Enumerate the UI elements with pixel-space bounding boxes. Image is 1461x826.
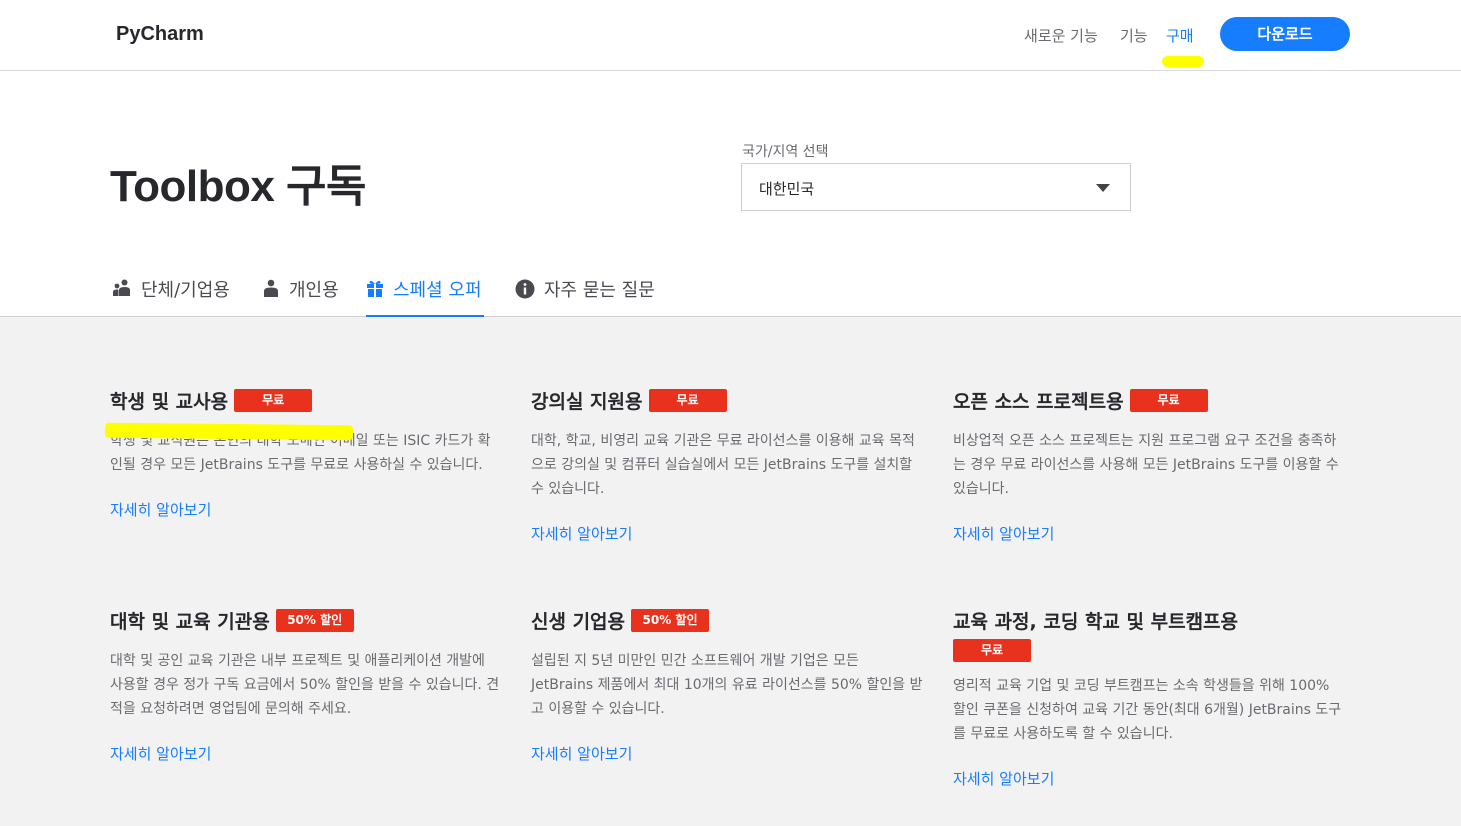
learn-more-link[interactable]: 자세히 알아보기 (110, 499, 510, 520)
highlight-mark (104, 422, 354, 441)
offer-title-text: 학생 및 교사용 (110, 391, 229, 413)
offer-card-classroom: 강의실 지원용 무료 대학, 학교, 비영리 교육 기관은 무료 라이선스를 이용… (531, 389, 931, 544)
learn-more-link[interactable]: 자세히 알아보기 (531, 743, 931, 764)
nav-link-buy[interactable]: 구매 (1166, 25, 1194, 46)
offer-title: 강의실 지원용 무료 (531, 389, 931, 415)
offer-card-bootcamps: 교육 과정, 코딩 학교 및 부트캠프용 무료 영리적 교육 기업 및 코딩 부… (953, 609, 1353, 789)
offer-title-text: 교육 과정, 코딩 학교 및 부트캠프용 (953, 611, 1239, 633)
person-icon (264, 279, 278, 297)
offer-description: 영리적 교육 기업 및 코딩 부트캠프는 소속 학생들을 위해 100% 할인 … (953, 678, 1342, 742)
country-select-label: 국가/지역 선택 (742, 144, 829, 160)
tab-team-label: 단체/기업용 (141, 280, 230, 301)
offer-title: 교육 과정, 코딩 학교 및 부트캠프용 (953, 609, 1353, 635)
country-select-value: 대한민국 (759, 180, 815, 198)
offer-title-text: 강의실 지원용 (531, 391, 643, 413)
offer-card-open-source: 오픈 소스 프로젝트용 무료 비상업적 오픈 소스 프로젝트는 지원 프로그램 요… (953, 389, 1353, 544)
offer-title: 학생 및 교사용 무료 (110, 389, 510, 415)
info-icon (515, 279, 535, 299)
offer-card-universities: 대학 및 교육 기관용 50% 할인 대학 및 공인 교육 기관은 내부 프로젝트… (110, 609, 510, 764)
country-select[interactable]: 대한민국 (741, 163, 1131, 211)
offer-description: 설립된 지 5년 미만인 민간 소프트웨어 개발 기업은 모든 JetBrain… (531, 653, 923, 717)
tab-personal[interactable]: 개인용 (262, 276, 339, 317)
team-icon (113, 279, 130, 296)
top-navigation-bar: PyCharm 새로운 기능 기능 구매 다운로드 (0, 0, 1461, 71)
tab-faq-label: 자주 묻는 질문 (544, 280, 655, 301)
offer-badge: 무료 (234, 389, 313, 412)
tab-special-offers[interactable]: 스페셜 오퍼 (366, 276, 484, 317)
offer-title: 대학 및 교육 기관용 50% 할인 (110, 609, 510, 635)
page-title: Toolbox 구독 (110, 162, 367, 211)
offer-title-text: 대학 및 교육 기관용 (110, 611, 270, 633)
gift-icon (367, 280, 383, 297)
offer-badge: 50% 할인 (631, 609, 710, 632)
offer-title: 신생 기업용 50% 할인 (531, 609, 931, 635)
tab-team[interactable]: 단체/기업용 (112, 276, 230, 317)
learn-more-link[interactable]: 자세히 알아보기 (953, 523, 1353, 544)
offer-tabs: 단체/기업용 개인용 스페셜 오퍼 자주 묻는 질문 (0, 258, 1461, 317)
nav-link-features[interactable]: 기능 (1120, 25, 1148, 46)
learn-more-link[interactable]: 자세히 알아보기 (531, 523, 931, 544)
offer-title-text: 신생 기업용 (531, 611, 626, 633)
nav-link-whats-new[interactable]: 새로운 기능 (1024, 25, 1098, 46)
download-button[interactable]: 다운로드 (1220, 17, 1350, 51)
offer-description: 대학, 학교, 비영리 교육 기관은 무료 라이선스를 이용해 교육 목적으로 … (531, 433, 915, 497)
offer-badge: 무료 (648, 389, 727, 412)
tab-special-offers-label: 스페셜 오퍼 (393, 280, 482, 301)
brand-logo[interactable]: PyCharm (116, 23, 204, 46)
learn-more-link[interactable]: 자세히 알아보기 (110, 743, 510, 764)
highlight-mark (1162, 56, 1204, 67)
offer-title: 오픈 소스 프로젝트용 무료 (953, 389, 1353, 415)
offer-card-startups: 신생 기업용 50% 할인 설립된 지 5년 미만인 민간 소프트웨어 개발 기업… (531, 609, 931, 764)
offer-badge: 무료 (953, 639, 1031, 662)
chevron-down-icon (1096, 184, 1110, 192)
offer-description: 대학 및 공인 교육 기관은 내부 프로젝트 및 애플리케이션 개발에 사용할 … (110, 653, 500, 717)
tab-faq[interactable]: 자주 묻는 질문 (515, 276, 655, 317)
learn-more-link[interactable]: 자세히 알아보기 (953, 768, 1353, 789)
offer-description: 비상업적 오픈 소스 프로젝트는 지원 프로그램 요구 조건을 충족하는 경우 … (953, 433, 1339, 497)
tab-personal-label: 개인용 (289, 280, 339, 301)
offer-title-text: 오픈 소스 프로젝트용 (953, 391, 1124, 413)
offer-card-students: 학생 및 교사용 무료 학생 및 교직원은 본인의 대학 도메인 이메일 또는 I… (110, 389, 510, 520)
offer-badge: 50% 할인 (275, 609, 354, 632)
offer-badge: 무료 (1129, 389, 1208, 412)
